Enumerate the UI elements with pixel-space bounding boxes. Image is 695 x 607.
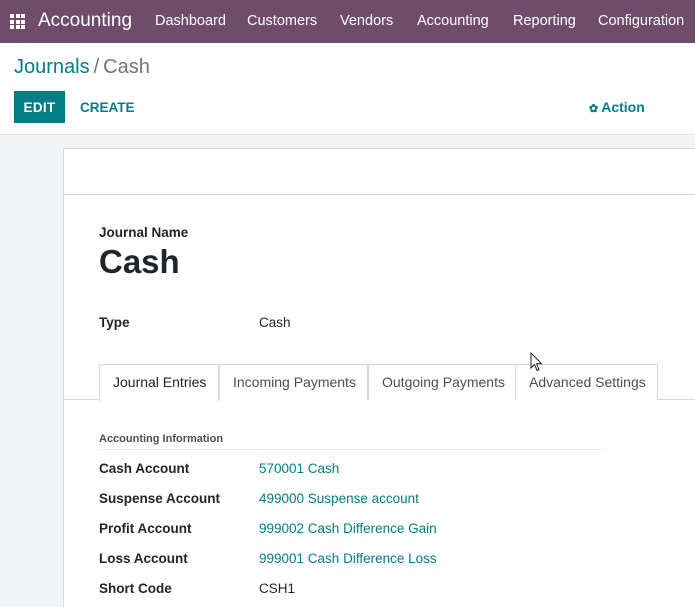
type-value[interactable]: Cash (259, 315, 291, 330)
cash-account-label: Cash Account (99, 461, 190, 476)
menu-customers[interactable]: Customers (247, 13, 317, 29)
accounting-info-title: Accounting Information (99, 433, 224, 445)
menu-configuration[interactable]: Configuration (598, 13, 684, 29)
type-label: Type (99, 315, 130, 330)
create-button[interactable]: CREATE (72, 91, 143, 123)
section-divider (99, 449, 604, 450)
suspense-account-value[interactable]: 499000 Suspense account (259, 491, 419, 506)
cash-account-value[interactable]: 570001 Cash (259, 461, 339, 476)
loss-account-value[interactable]: 999001 Cash Difference Loss (259, 551, 437, 566)
loss-account-label: Loss Account (99, 551, 188, 566)
breadcrumb: Journals / Cash (14, 56, 150, 79)
breadcrumb-journals-link[interactable]: Journals (14, 56, 90, 78)
journal-name-caption: Journal Name (99, 225, 189, 240)
menu-vendors[interactable]: Vendors (340, 13, 393, 29)
tab-incoming-payments[interactable]: Incoming Payments (219, 364, 368, 400)
control-panel: Journals / Cash EDIT CREATE ✿ Action (0, 43, 695, 135)
action-label: Action (601, 99, 645, 115)
breadcrumb-separator: / (93, 56, 100, 78)
form-statusbar (64, 149, 695, 195)
short-code-label: Short Code (99, 581, 172, 596)
tab-journal-entries[interactable]: Journal Entries (99, 364, 219, 401)
edit-button[interactable]: EDIT (14, 91, 65, 123)
suspense-account-label: Suspense Account (99, 491, 221, 506)
gear-icon: ✿ (589, 103, 599, 115)
menu-dashboard[interactable]: Dashboard (155, 13, 226, 29)
menu-accounting[interactable]: Accounting (417, 13, 489, 29)
journal-name-title: Cash (99, 243, 180, 280)
app-brand[interactable]: Accounting (38, 10, 132, 32)
top-navbar: Accounting Dashboard Customers Vendors A… (0, 0, 695, 43)
menu-reporting[interactable]: Reporting (513, 13, 576, 29)
tab-outgoing-payments[interactable]: Outgoing Payments (368, 364, 516, 400)
mouse-cursor-icon (530, 352, 543, 372)
profit-account-value[interactable]: 999002 Cash Difference Gain (259, 521, 437, 536)
profit-account-label: Profit Account (99, 521, 192, 536)
form-sheet: Journal Name Cash Type Cash Journal Entr… (63, 148, 695, 607)
breadcrumb-current: Cash (103, 56, 150, 78)
action-dropdown[interactable]: ✿ Action (589, 99, 645, 115)
apps-grid-icon[interactable] (10, 14, 25, 29)
short-code-value[interactable]: CSH1 (259, 581, 295, 596)
